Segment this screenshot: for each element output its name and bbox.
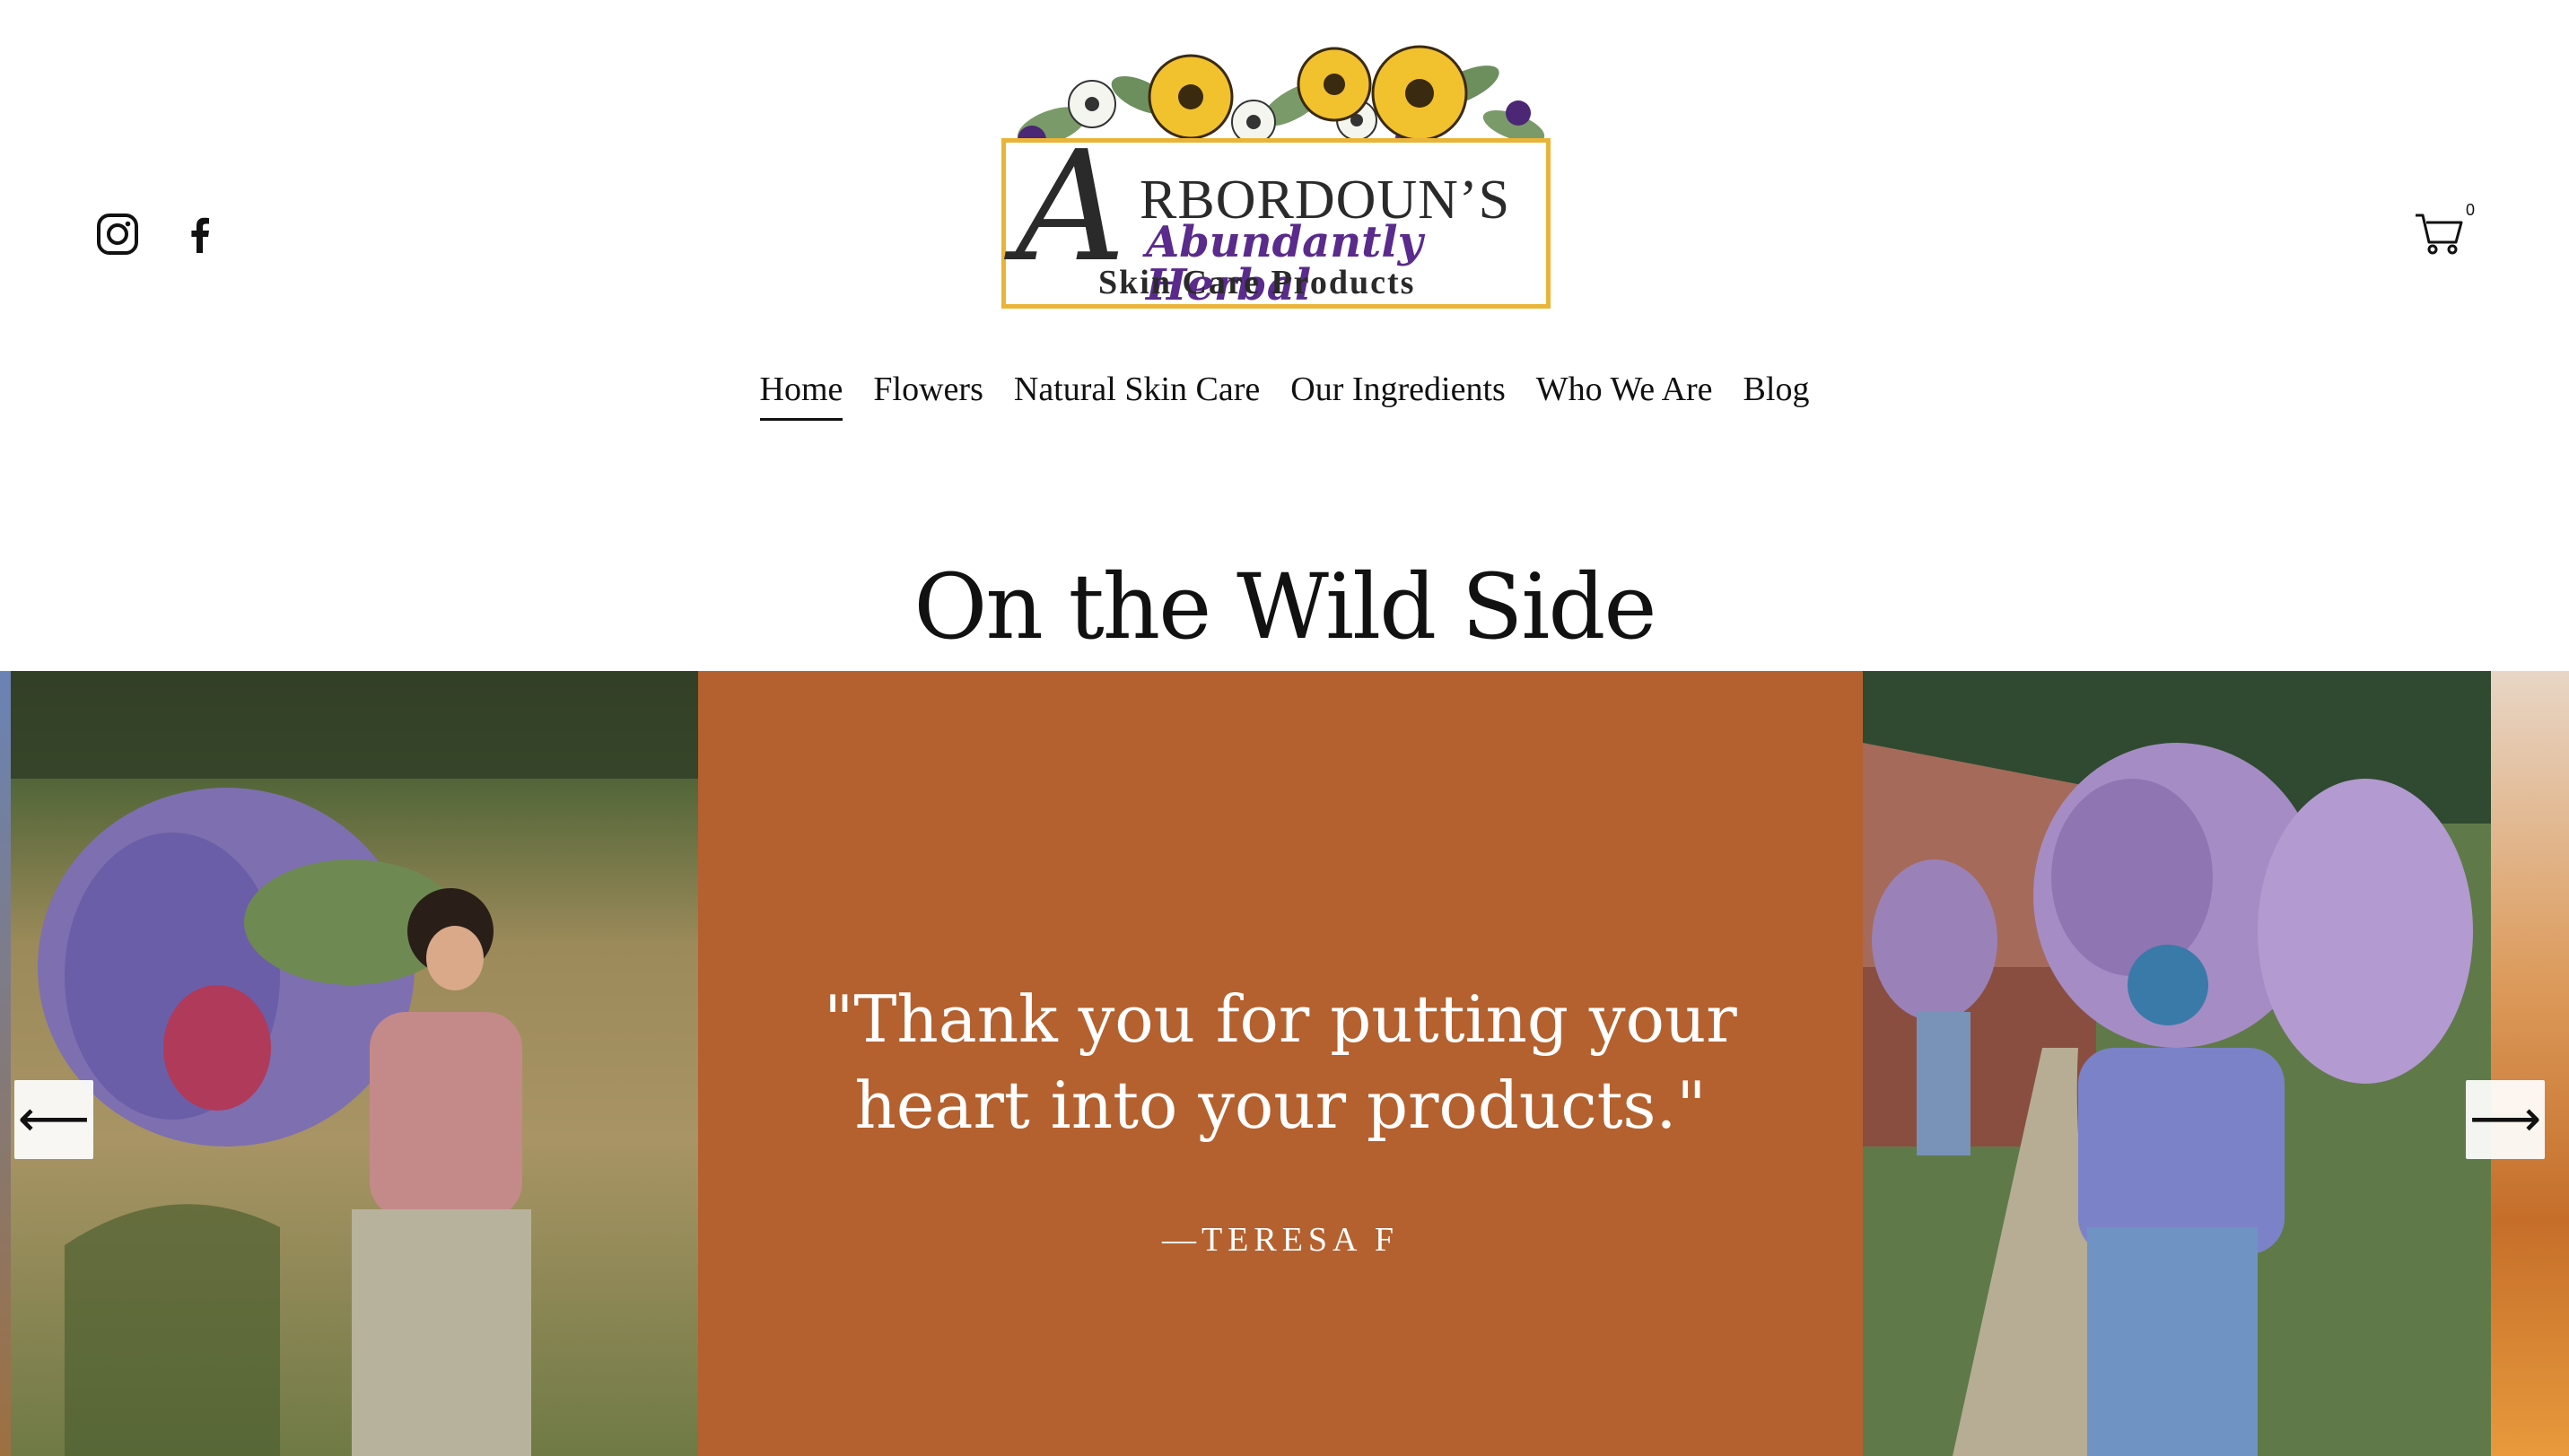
- cart-count-badge: 0: [2466, 201, 2476, 219]
- testimonial-author: —TERESA F: [1161, 1221, 1400, 1259]
- testimonial-carousel: "Thank you for putting your heart into y…: [0, 671, 2569, 1456]
- facebook-icon[interactable]: [178, 212, 223, 257]
- social-links: [95, 212, 223, 257]
- nav-item-our-ingredients[interactable]: Our Ingredients: [1290, 370, 1506, 421]
- page-headline: On the Wild Side: [913, 554, 1656, 659]
- brand-logo[interactable]: A RBORDOUN’S Abundantly Herbal Skin Care…: [998, 41, 1560, 316]
- carousel-slide-partial-left: [0, 671, 11, 1456]
- carousel-slide-partial-right: [2491, 671, 2569, 1456]
- cart-icon[interactable]: [2414, 210, 2466, 257]
- carousel-next-button[interactable]: ⟶: [2466, 1080, 2545, 1159]
- nav-item-home[interactable]: Home: [759, 370, 843, 421]
- logo-initial: A: [1016, 118, 1126, 296]
- nav-item-flowers[interactable]: Flowers: [873, 370, 983, 421]
- main-nav: Home Flowers Natural Skin Care Our Ingre…: [0, 370, 2569, 421]
- logo-subtitle: Skin Care Products: [1098, 264, 1416, 301]
- testimonial-quote: "Thank you for putting your heart into y…: [824, 981, 1737, 1143]
- nav-item-natural-skin-care[interactable]: Natural Skin Care: [1014, 370, 1260, 421]
- arrow-right-icon: ⟶: [2469, 1090, 2542, 1148]
- nav-item-blog[interactable]: Blog: [1743, 370, 1810, 421]
- testimonial-slide: "Thank you for putting your heart into y…: [698, 671, 1863, 1456]
- arrow-left-icon: ⟵: [17, 1090, 91, 1148]
- carousel-prev-button[interactable]: ⟵: [14, 1080, 93, 1159]
- women-carrying-statice-photo: [1863, 671, 2491, 1456]
- carousel-slide-photo-meadow: [11, 671, 698, 1456]
- instagram-icon[interactable]: [95, 212, 140, 257]
- carousel-slide-photo-path: [1863, 671, 2491, 1456]
- nav-item-who-we-are[interactable]: Who We Are: [1536, 370, 1713, 421]
- woman-carrying-flowers-photo: [11, 671, 698, 1456]
